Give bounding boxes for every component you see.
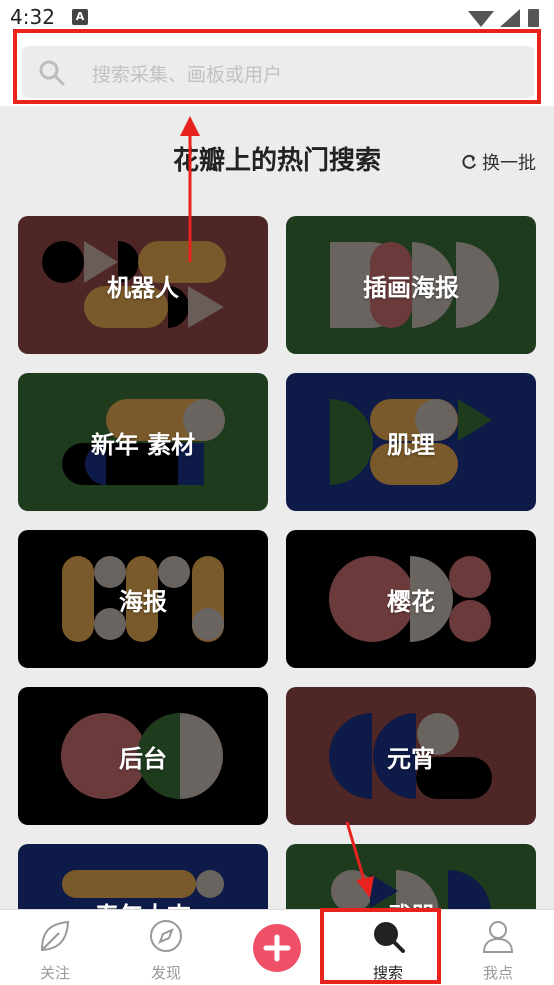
plus-icon: [263, 934, 291, 962]
tab-me-label: 我点: [482, 964, 513, 982]
arrow-to-search-tab: [345, 821, 374, 898]
arrow-to-search: [180, 116, 200, 262]
tab-follow[interactable]: 关注: [10, 910, 100, 985]
leaf-icon: [37, 918, 73, 958]
annotation-arrows: [180, 116, 374, 898]
tab-discover-label: 发现: [150, 964, 181, 982]
tab-me[interactable]: 我点: [453, 910, 543, 985]
tab-discover[interactable]: 发现: [121, 910, 211, 985]
highlight-box-search-tab: [320, 908, 441, 984]
user-icon: [480, 918, 516, 958]
compass-icon: [148, 918, 184, 958]
tab-follow-label: 关注: [39, 964, 70, 982]
add-button[interactable]: [253, 924, 301, 972]
